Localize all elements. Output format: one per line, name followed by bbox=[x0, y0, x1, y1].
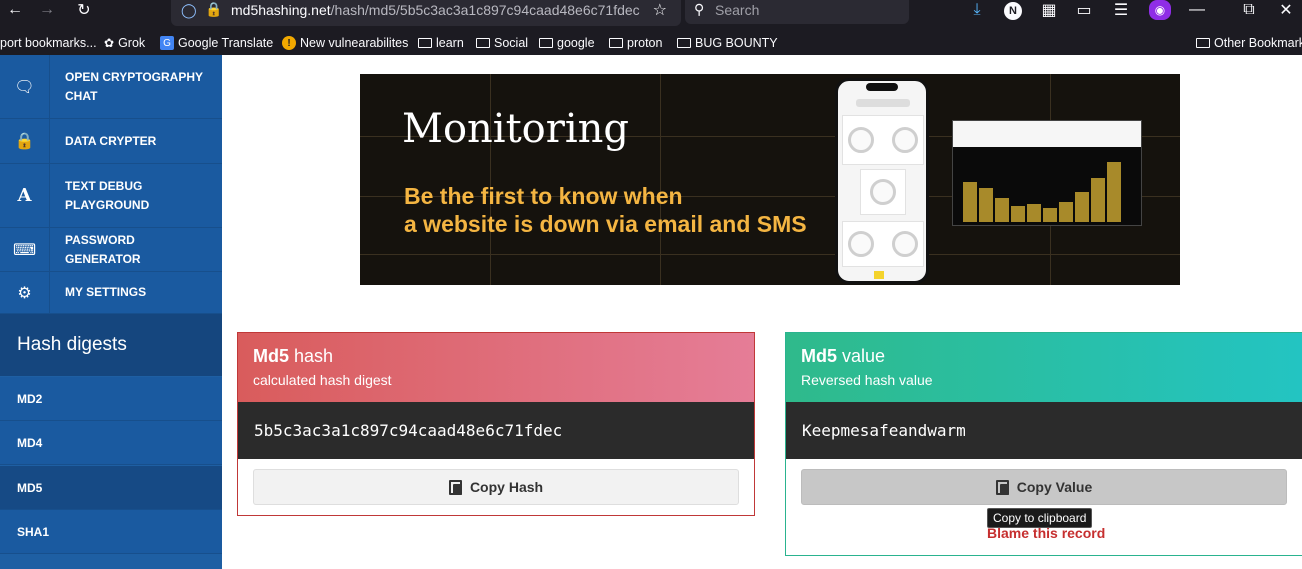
lock-icon[interactable]: 🔒 bbox=[205, 1, 222, 18]
warning-icon: ! bbox=[282, 36, 296, 50]
sidebar-item-cryptography-chat[interactable]: 🗨 OPEN CRYPTOGRAPHY CHAT bbox=[0, 55, 222, 119]
md5-value-card-header: Md5 value Reversed hash value bbox=[786, 333, 1302, 402]
sidebar-item-sha1[interactable]: SHA1 bbox=[0, 510, 222, 554]
extensions-puzzle-icon[interactable]: ▦ bbox=[1038, 0, 1060, 20]
bookmark-folder-learn[interactable]: learn bbox=[418, 36, 464, 50]
copy-value-button[interactable]: Copy Value bbox=[801, 469, 1287, 505]
bookmark-star-icon[interactable]: ☆ bbox=[653, 0, 667, 20]
grok-icon: ✿ bbox=[104, 36, 115, 50]
phone-mockup-image bbox=[835, 78, 929, 284]
folder-icon bbox=[677, 38, 691, 48]
shield-icon[interactable]: ◯ bbox=[181, 2, 197, 19]
gear-icon: ⚙ bbox=[0, 272, 50, 313]
close-icon[interactable]: ✕ bbox=[1275, 0, 1297, 20]
reversed-hash-value[interactable]: Keepmesafeandwarm bbox=[786, 402, 1302, 459]
restore-icon[interactable]: ⧉ bbox=[1238, 0, 1260, 20]
md5-hash-value[interactable]: 5b5c3ac3a1c897c94caad48e6c71fdec bbox=[238, 402, 754, 459]
bookmark-grok[interactable]: ✿ Grok bbox=[104, 36, 145, 50]
bookmark-folder-proton[interactable]: proton bbox=[609, 36, 662, 50]
download-icon[interactable]: ⤓ bbox=[966, 0, 988, 20]
copy-hash-button[interactable]: Copy Hash bbox=[253, 469, 739, 505]
url-text[interactable]: md5hashing.net/hash/md5/5b5c3ac3a1c897c9… bbox=[231, 2, 640, 18]
sidebar-item-data-crypter[interactable]: 🔒 DATA CRYPTER bbox=[0, 119, 222, 164]
keyboard-icon: ⌨ bbox=[0, 228, 50, 271]
back-arrow-icon[interactable]: ← bbox=[4, 0, 26, 20]
copy-icon bbox=[995, 479, 1009, 495]
folder-icon bbox=[418, 38, 432, 48]
sidebar-toggle-icon[interactable]: ▭ bbox=[1073, 0, 1095, 20]
google-translate-icon: G bbox=[160, 36, 174, 50]
chat-icon: 🗨 bbox=[0, 55, 50, 118]
reload-icon[interactable]: ↻ bbox=[73, 0, 95, 20]
bookmark-google-translate[interactable]: G Google Translate bbox=[160, 36, 273, 50]
minimize-icon[interactable]: — bbox=[1186, 0, 1208, 20]
bookmark-folder-social[interactable]: Social bbox=[476, 36, 528, 50]
font-icon: A bbox=[0, 164, 50, 227]
browser-toolbar: ← → ↻ ◯ 🔒 md5hashing.net/hash/md5/5b5c3a… bbox=[0, 0, 1302, 33]
copy-icon bbox=[448, 479, 462, 495]
md5-hash-card-title: Md5 hash bbox=[253, 346, 334, 366]
bookmark-folder-google[interactable]: google bbox=[539, 36, 595, 50]
md5-value-card-title: Md5 value bbox=[801, 346, 886, 366]
sidebar: 🗨 OPEN CRYPTOGRAPHY CHAT 🔒 DATA CRYPTER … bbox=[0, 55, 222, 569]
monitoring-banner-ad[interactable]: Monitoring Be the first to know when a w… bbox=[360, 74, 1180, 285]
bookmark-folder-bug-bounty[interactable]: BUG BOUNTY bbox=[677, 36, 778, 50]
folder-icon bbox=[1196, 38, 1210, 48]
search-bar[interactable]: ⚲ bbox=[685, 0, 909, 24]
menu-icon[interactable]: ☰ bbox=[1110, 0, 1132, 20]
sidebar-item-label: MY SETTINGS bbox=[65, 285, 147, 299]
hash-digests-heading: Hash digests bbox=[0, 314, 222, 376]
search-icon: ⚲ bbox=[694, 1, 705, 17]
sidebar-item-my-settings[interactable]: ⚙ MY SETTINGS bbox=[0, 272, 222, 314]
url-bar[interactable]: ◯ 🔒 md5hashing.net/hash/md5/5b5c3ac3a1c8… bbox=[171, 0, 681, 26]
copy-tooltip: Copy to clipboard bbox=[987, 508, 1093, 528]
dashboard-mockup-image bbox=[952, 120, 1142, 226]
lock-icon: 🔒 bbox=[0, 119, 50, 163]
folder-icon bbox=[476, 38, 490, 48]
folder-icon bbox=[539, 38, 553, 48]
bookmarks-bar: port bookmarks... ✿ Grok G Google Translat… bbox=[0, 33, 1302, 55]
bookmark-new-vulnerabilities[interactable]: ! New vulnearabilites bbox=[282, 36, 408, 50]
sidebar-item-label: DATA CRYPTER bbox=[65, 133, 157, 148]
search-input[interactable] bbox=[715, 2, 895, 18]
sidebar-item-label: OPEN CRYPTOGRAPHY CHAT bbox=[65, 69, 203, 103]
sidebar-item-password-generator[interactable]: ⌨ PASSWORD GENERATOR bbox=[0, 228, 222, 272]
bookmark-other[interactable]: Other Bookmarks bbox=[1196, 36, 1302, 50]
profile-avatar[interactable]: N bbox=[1004, 2, 1022, 20]
sidebar-item-md5[interactable]: MD5 bbox=[0, 466, 222, 510]
md5-value-card-subtitle: Reversed hash value bbox=[801, 372, 933, 388]
sidebar-item-md4[interactable]: MD4 bbox=[0, 421, 222, 465]
md5-hash-card-header: Md5 hash calculated hash digest bbox=[238, 333, 754, 402]
bookmark-import[interactable]: port bookmarks... bbox=[0, 36, 97, 50]
sidebar-item-label: PASSWORD GENERATOR bbox=[65, 232, 141, 266]
private-mask-icon[interactable]: ◉ bbox=[1149, 0, 1171, 20]
banner-title: Monitoring bbox=[402, 106, 630, 152]
banner-subtitle: Be the first to know when a website is d… bbox=[404, 183, 807, 237]
md5-hash-card: Md5 hash calculated hash digest 5b5c3ac3… bbox=[237, 332, 755, 516]
sidebar-item-md2[interactable]: MD2 bbox=[0, 377, 222, 421]
sidebar-item-label: TEXT DEBUG PLAYGROUND bbox=[65, 178, 150, 212]
forward-arrow-icon[interactable]: → bbox=[36, 0, 58, 20]
folder-icon bbox=[609, 38, 623, 48]
md5-hash-card-subtitle: calculated hash digest bbox=[253, 372, 392, 388]
sidebar-item-text-debug[interactable]: A TEXT DEBUG PLAYGROUND bbox=[0, 164, 222, 228]
